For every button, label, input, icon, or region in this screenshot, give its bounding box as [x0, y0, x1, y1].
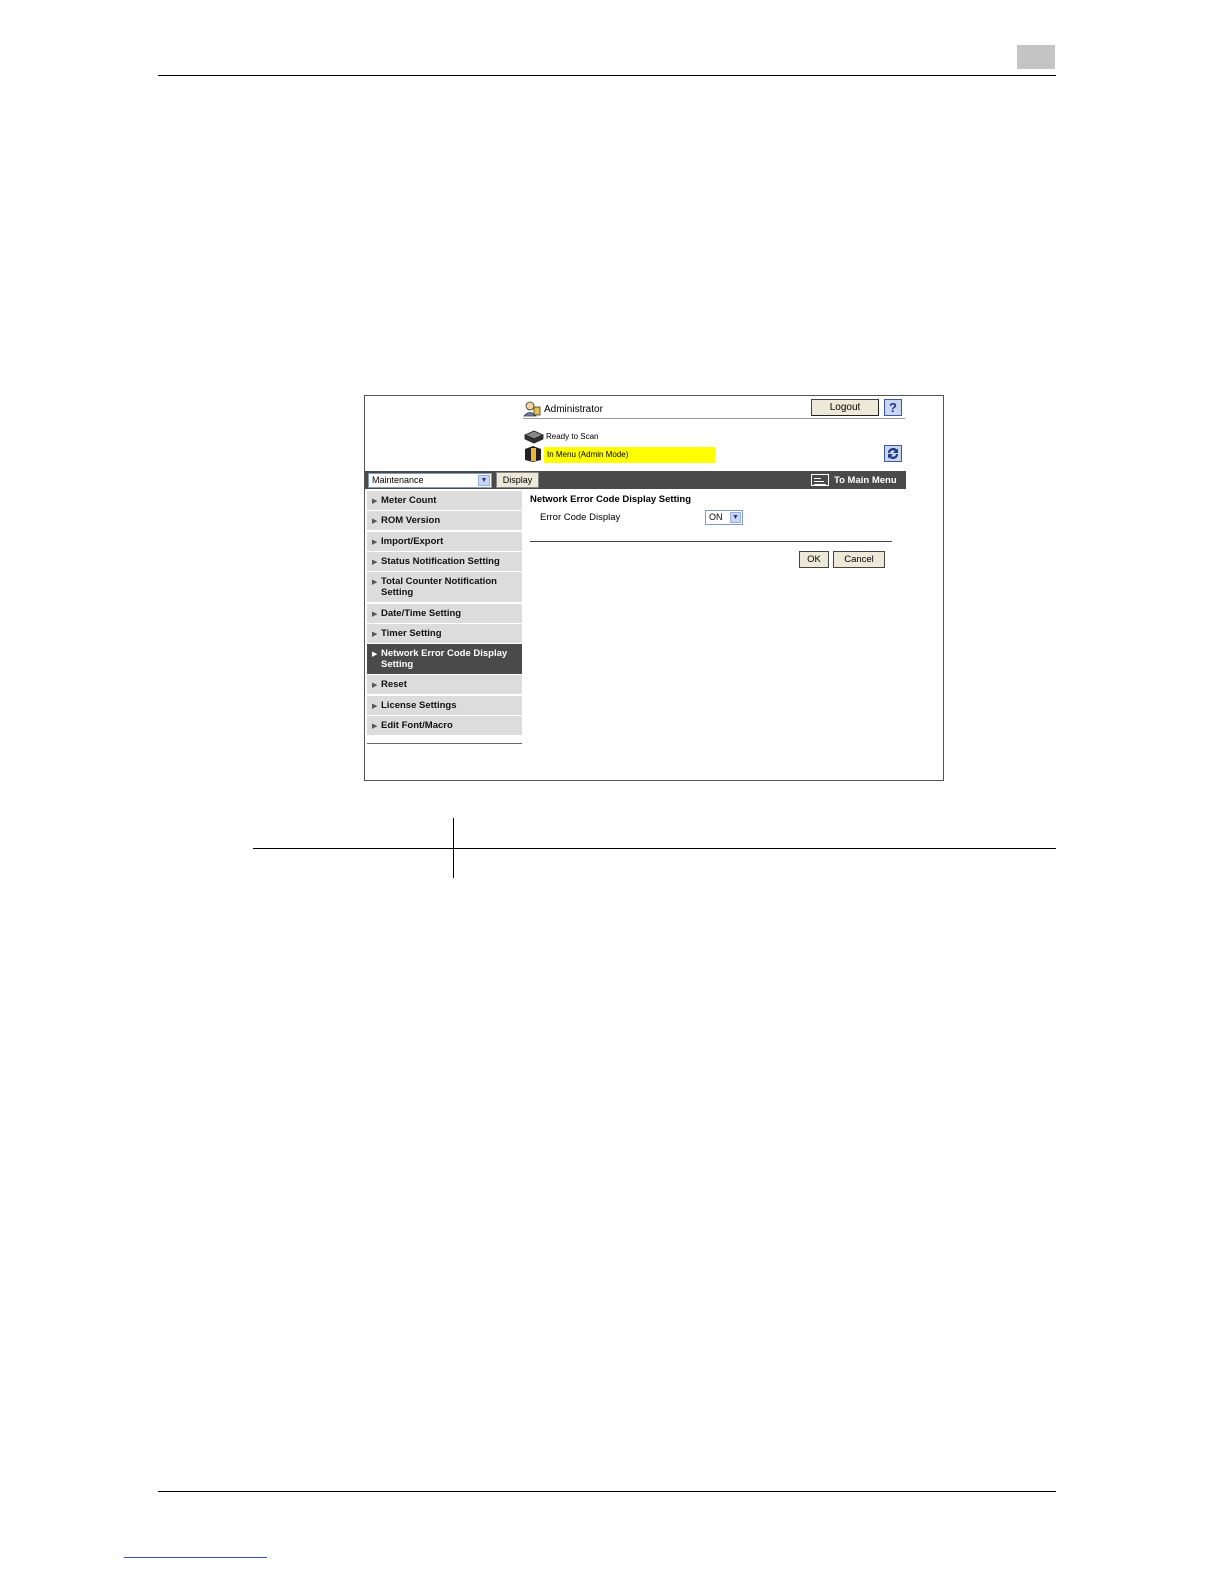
sidebar-item-label: ROM Version [381, 515, 441, 527]
ok-button[interactable]: OK [799, 551, 829, 568]
scanner-icon [524, 430, 544, 444]
chevron-down-icon[interactable]: ▼ [478, 475, 490, 486]
sidebar-item[interactable]: ▶ Reset [367, 675, 522, 695]
error-code-display-label: Error Code Display [540, 512, 621, 523]
user-label: Administrator [544, 404, 603, 415]
footer-rule [158, 1491, 1056, 1492]
web-ui-screenshot: Administrator Logout ? Ready to Scan In … [364, 395, 944, 781]
triangle-right-icon: ▶ [372, 610, 378, 618]
sidebar-item[interactable]: ▶ License Settings [367, 695, 522, 715]
error-code-display-value: ON [709, 512, 723, 522]
sidebar-item[interactable]: ▶ Network Error Code Display Setting [367, 644, 522, 675]
sidebar-item-label: Setting [381, 659, 414, 671]
header-divider [523, 418, 905, 419]
triangle-right-icon: ▶ [372, 651, 378, 659]
triangle-right-icon: ▶ [372, 702, 378, 710]
sidebar-item[interactable]: ▶ Timer Setting [367, 623, 522, 643]
logout-button[interactable]: Logout [811, 399, 879, 416]
help-button[interactable]: ? [884, 399, 902, 416]
sidebar-item-label: Edit Font/Macro [381, 720, 453, 731]
sidebar-item-label: Reset [381, 679, 407, 691]
cancel-button[interactable]: Cancel [833, 551, 885, 568]
error-code-display-select[interactable]: ON ▼ [705, 510, 743, 525]
sidebar-item[interactable]: ▶ Import/Export [367, 531, 522, 551]
sidebar-item-label: Status Notification Setting [381, 555, 500, 567]
triangle-right-icon: ▶ [372, 579, 378, 587]
chapter-tab [1017, 45, 1055, 69]
triangle-right-icon: ▶ [372, 630, 378, 638]
sidebar-item-label: Date/Time Setting [381, 607, 462, 619]
sidebar-item-label: Import/Export [381, 535, 444, 547]
main-menu-icon[interactable] [811, 474, 829, 486]
sidebar-item[interactable]: ▶ Status Notification Setting [367, 551, 522, 571]
chevron-down-icon[interactable]: ▼ [730, 512, 741, 523]
sidebar-item[interactable]: ▶ Meter Count [367, 491, 522, 510]
mode-select-value: Maintenance [372, 475, 424, 485]
triangle-right-icon: ▶ [372, 723, 378, 730]
scan-status-text: Ready to Scan [546, 432, 599, 441]
sidebar-item[interactable]: ▶ Date/Time Setting [367, 603, 522, 623]
triangle-right-icon: ▶ [372, 498, 378, 505]
page-title: Network Error Code Display Setting [530, 494, 692, 505]
refresh-icon[interactable] [884, 445, 902, 462]
sidebar-item-label: Total Counter Notification [381, 576, 497, 588]
sidebar-item[interactable]: ▶ Edit Font/Macro [367, 716, 522, 735]
administrator-icon [523, 401, 541, 417]
machine-status-icon [525, 446, 541, 462]
sidebar-item-label: Meter Count [381, 495, 437, 506]
mode-status-text: In Menu (Admin Mode) [547, 450, 629, 459]
display-button[interactable]: Display [496, 472, 539, 488]
sidebar-item-label: Setting [381, 587, 414, 599]
table-row-divider [253, 848, 1056, 849]
sidebar-item[interactable]: ▶ Total Counter Notification Setting [367, 572, 522, 603]
triangle-right-icon: ▶ [372, 518, 378, 526]
sidebar-item-label: License Settings [381, 699, 457, 711]
content-divider [530, 541, 892, 542]
sidebar-item-label: Timer Setting [381, 627, 442, 639]
triangle-right-icon: ▶ [372, 558, 378, 566]
sidebar-item[interactable]: ▶ ROM Version [367, 511, 522, 531]
sidebar-item-label: Network Error Code Display [381, 648, 508, 660]
footer-link-underline [124, 1557, 267, 1558]
triangle-right-icon: ▶ [372, 538, 378, 546]
triangle-right-icon: ▶ [372, 682, 378, 690]
sidebar-bottom-rule [367, 743, 522, 744]
mode-select[interactable]: Maintenance ▼ [368, 473, 492, 488]
main-menu-link[interactable]: To Main Menu [834, 475, 897, 486]
header-rule [158, 75, 1056, 76]
